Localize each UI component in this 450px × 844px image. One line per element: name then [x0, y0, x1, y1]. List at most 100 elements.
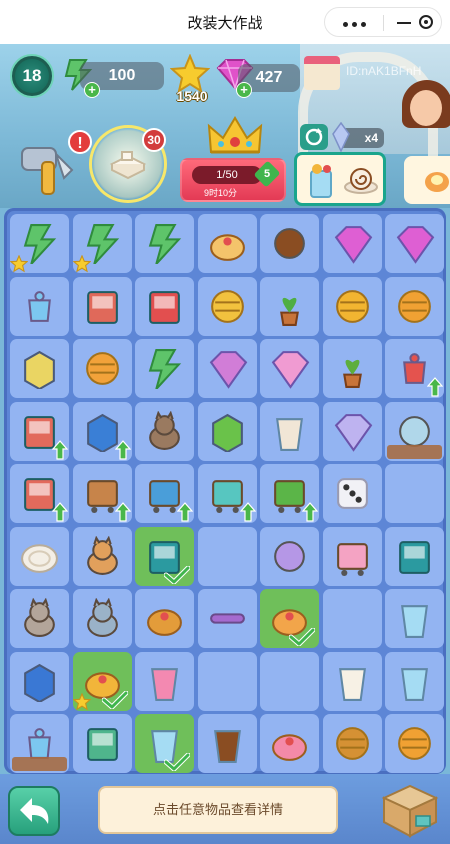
board-cell[interactable] — [197, 651, 257, 711]
board-cell[interactable] — [197, 276, 257, 336]
perfume-bottle-icon — [28, 290, 51, 322]
board-cell[interactable] — [260, 339, 319, 398]
board-cell[interactable] — [322, 714, 382, 773]
inventory-count-badge: 30 — [142, 128, 166, 152]
board-cell[interactable] — [197, 526, 257, 586]
character-avatar[interactable] — [402, 80, 450, 160]
more-menu-icon[interactable] — [343, 22, 367, 27]
board-cell[interactable] — [10, 214, 69, 273]
refresh-icon — [305, 128, 323, 146]
upgrade-arrow-icon — [114, 439, 131, 460]
board-cell[interactable] — [10, 589, 69, 648]
board-cell[interactable] — [10, 651, 69, 711]
energy-bundle-icon — [148, 224, 182, 264]
board-cell[interactable] — [135, 276, 194, 336]
board-cell[interactable] — [135, 464, 194, 523]
board-cell[interactable] — [72, 339, 132, 398]
board-cell[interactable] — [260, 464, 319, 523]
board-cell[interactable] — [197, 464, 257, 523]
board-cell[interactable] — [322, 214, 382, 273]
board-cell[interactable] — [72, 714, 132, 773]
beehive-house-icon — [398, 727, 431, 760]
teal-book-icon — [399, 540, 430, 574]
board-cell[interactable] — [385, 276, 444, 336]
board-cell[interactable] — [72, 651, 132, 711]
crystal-small-icon — [332, 122, 350, 152]
board-cell[interactable] — [385, 464, 444, 523]
board-cell[interactable] — [260, 714, 319, 773]
board-cell[interactable] — [385, 589, 444, 648]
board-cell[interactable] — [197, 589, 257, 648]
refresh-orders-button[interactable] — [300, 124, 328, 150]
board-cell[interactable] — [322, 589, 382, 648]
check-icon — [289, 628, 315, 646]
board-cell[interactable] — [72, 589, 132, 648]
recipe-cards-icon — [274, 540, 305, 572]
quest-timer: 9时10分 — [204, 188, 238, 198]
board-cell[interactable] — [385, 339, 444, 398]
board-cell[interactable] — [322, 526, 382, 586]
item-details-hint[interactable]: 点击任意物品查看详情 — [98, 786, 338, 834]
board-cell[interactable] — [322, 651, 382, 711]
board-cell[interactable] — [322, 401, 382, 461]
add-gems-button[interactable]: + — [236, 82, 252, 98]
board-cell[interactable] — [260, 276, 319, 336]
back-button[interactable] — [8, 786, 60, 836]
board-cell[interactable] — [135, 526, 194, 586]
board-cell[interactable] — [135, 339, 194, 398]
add-energy-button[interactable]: + — [84, 82, 100, 98]
board-cell[interactable] — [385, 214, 444, 273]
board-cell[interactable] — [10, 339, 69, 398]
close-mini-program-icon[interactable] — [419, 15, 433, 29]
gem-pile-icon — [334, 226, 372, 264]
upgrade-arrow-icon — [427, 377, 443, 397]
board-cell[interactable] — [72, 464, 132, 523]
board-cell[interactable] — [385, 714, 444, 773]
board-cell[interactable] — [322, 464, 382, 523]
shop-icon[interactable] — [304, 56, 340, 90]
quest-progress: 1/50 — [192, 166, 262, 184]
board-cell[interactable] — [260, 589, 319, 648]
board-cell[interactable] — [10, 714, 69, 773]
board-cell[interactable] — [260, 651, 319, 711]
board-cell[interactable] — [322, 339, 382, 398]
box-item-icon — [109, 151, 147, 180]
board-cell[interactable] — [197, 714, 257, 773]
board-cell[interactable] — [72, 214, 132, 273]
blue-box-icon — [24, 663, 55, 702]
strawberry-cake-icon — [272, 734, 307, 761]
board-cell[interactable] — [72, 526, 132, 586]
board-cell[interactable] — [135, 214, 194, 273]
seedling-icon — [342, 359, 362, 388]
board-cell[interactable] — [135, 714, 194, 773]
hammer-tool-icon[interactable] — [16, 140, 76, 198]
board-cell[interactable] — [197, 339, 257, 398]
gem-pile-icon — [396, 226, 435, 264]
board-cell[interactable] — [10, 464, 69, 523]
board-cell[interactable] — [10, 526, 69, 586]
player-level-badge[interactable]: 18 — [12, 56, 52, 96]
board-cell[interactable] — [260, 214, 319, 273]
board-cell[interactable] — [72, 401, 132, 461]
board-cell[interactable] — [385, 526, 444, 586]
order-card[interactable] — [294, 152, 386, 206]
storage-box-icon[interactable] — [378, 776, 442, 840]
minimize-icon[interactable] — [397, 22, 411, 24]
board-cell[interactable] — [72, 276, 132, 336]
upgrade-arrow-icon — [239, 502, 256, 522]
board-cell[interactable] — [260, 526, 319, 586]
board-cell[interactable] — [10, 401, 69, 461]
board-cell[interactable] — [135, 651, 194, 711]
board-cell[interactable] — [322, 276, 382, 336]
board-cell[interactable] — [135, 589, 194, 648]
lemonade-glass-icon — [401, 667, 428, 701]
board-cell[interactable] — [197, 401, 257, 461]
board-cell[interactable] — [197, 214, 257, 273]
order-card-partial[interactable] — [404, 156, 450, 204]
board-cell[interactable] — [385, 401, 444, 461]
board-cell[interactable] — [135, 401, 194, 461]
board-cell[interactable] — [10, 276, 69, 336]
board-cell[interactable] — [385, 651, 444, 711]
board-cell[interactable] — [260, 401, 319, 461]
calico-cat-icon — [86, 535, 118, 575]
